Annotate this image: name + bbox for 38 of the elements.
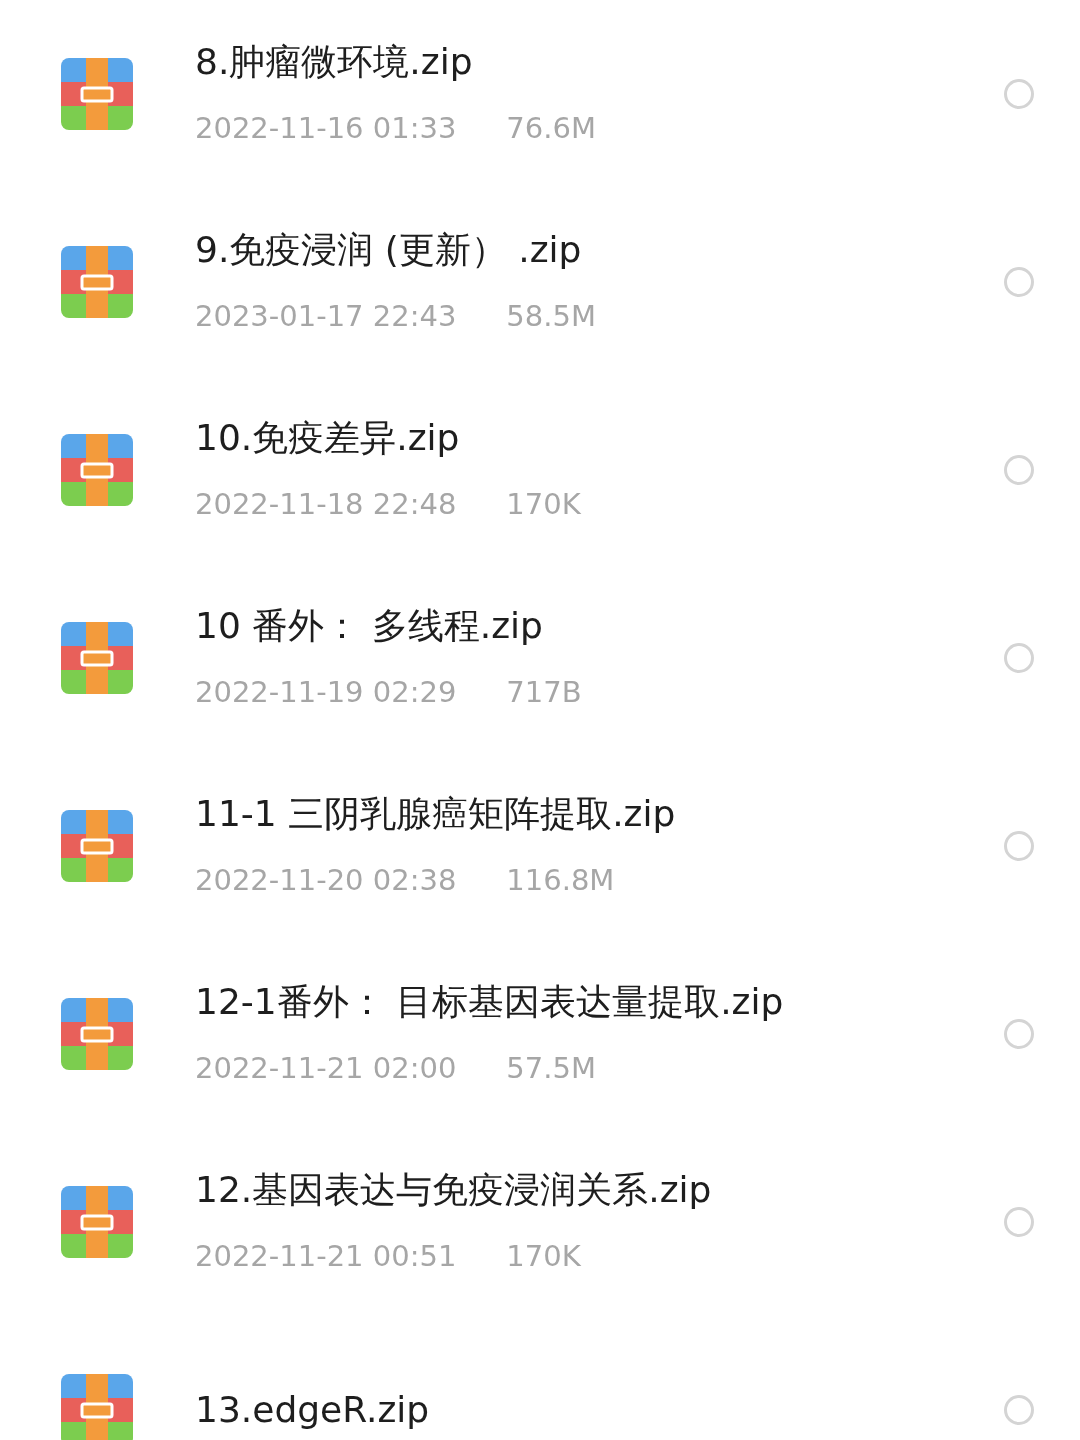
file-date: 2022-11-18 22:48	[195, 486, 457, 523]
archive-icon	[61, 58, 133, 130]
file-size: 57.5M	[506, 1050, 596, 1087]
file-name: 12-1番外： 目标基因表达量提取.zip	[195, 980, 785, 1024]
select-radio[interactable]	[1004, 1207, 1034, 1237]
file-size: 116.8M	[506, 862, 615, 899]
file-size: 170K	[506, 1238, 581, 1275]
archive-icon	[61, 1374, 133, 1440]
select-radio[interactable]	[1004, 267, 1034, 297]
select-radio[interactable]	[1004, 831, 1034, 861]
select-radio[interactable]	[1004, 455, 1034, 485]
file-date: 2022-11-21 02:00	[195, 1050, 457, 1087]
file-name: 9.免疫浸润 (更新） .zip	[195, 228, 583, 272]
file-name: 13.edgeR.zip	[195, 1388, 431, 1432]
archive-icon	[61, 434, 133, 506]
archive-icon	[61, 246, 133, 318]
file-name: 11-1 三阴乳腺癌矩阵提取.zip	[195, 792, 677, 836]
select-radio[interactable]	[1004, 1019, 1034, 1049]
file-size: 717B	[506, 674, 582, 711]
file-name: 12.基因表达与免疫浸润关系.zip	[195, 1168, 713, 1212]
file-size: 170K	[506, 486, 581, 523]
file-name: 8.肿瘤微环境.zip	[195, 40, 474, 84]
file-date: 2022-11-16 01:33	[195, 110, 457, 147]
archive-icon	[61, 998, 133, 1070]
archive-icon	[61, 622, 133, 694]
file-size: 76.6M	[506, 110, 596, 147]
file-date: 2022-11-20 02:38	[195, 862, 457, 899]
file-size: 58.5M	[506, 298, 596, 335]
file-date: 2023-01-17 22:43	[195, 298, 457, 335]
select-radio[interactable]	[1004, 79, 1034, 109]
file-date: 2022-11-21 00:51	[195, 1238, 457, 1275]
file-name: 10.免疫差异.zip	[195, 416, 461, 460]
archive-icon	[61, 1186, 133, 1258]
select-radio[interactable]	[1004, 1395, 1034, 1425]
select-radio[interactable]	[1004, 643, 1034, 673]
file-date: 2022-11-19 02:29	[195, 674, 457, 711]
archive-icon	[61, 810, 133, 882]
file-name: 10 番外： 多线程.zip	[195, 604, 544, 648]
